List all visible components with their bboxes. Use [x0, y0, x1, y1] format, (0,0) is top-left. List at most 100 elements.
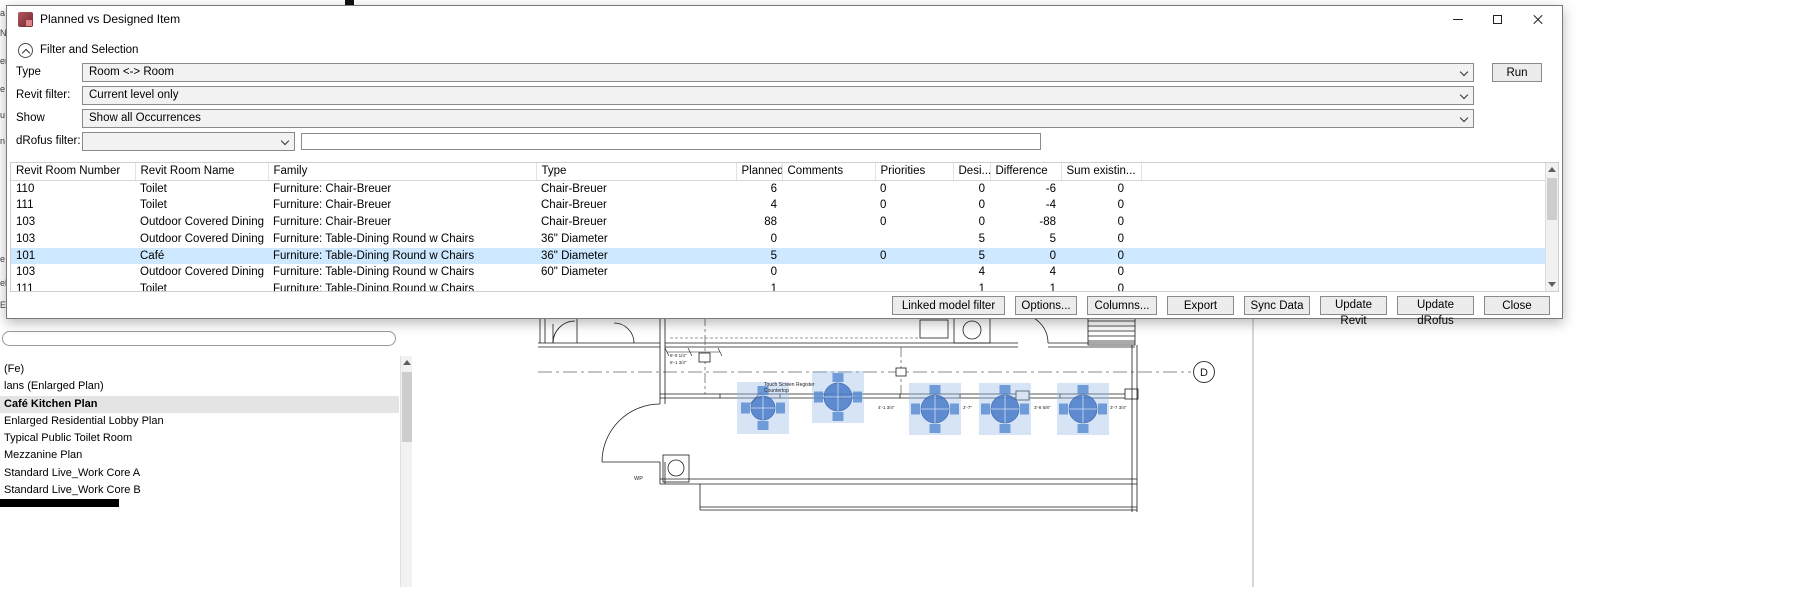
cell: 36" Diameter: [536, 231, 736, 248]
cell: -88: [990, 214, 1061, 231]
browser-item[interactable]: Standard Live_Work Core A: [0, 465, 399, 482]
cell: 0: [875, 197, 953, 214]
drofus-filter-text-input[interactable]: [301, 133, 1041, 150]
table-scrollbar[interactable]: [1545, 163, 1558, 291]
col-header[interactable]: Desi...: [953, 163, 990, 180]
cell: 4: [953, 264, 990, 281]
type-select[interactable]: Room <-> Room: [82, 63, 1474, 82]
scroll-up-icon[interactable]: [403, 360, 411, 365]
scroll-up-icon[interactable]: [1548, 167, 1556, 172]
round-table-4[interactable]: [979, 383, 1031, 435]
cell: [1141, 197, 1547, 214]
table-row[interactable]: 111 Toilet Furniture: Chair-Breuer Chair…: [11, 197, 1547, 214]
dialog-titlebar[interactable]: Planned vs Designed Item: [7, 6, 1562, 32]
chevron-down-icon: [281, 137, 289, 145]
cell: 111: [11, 197, 135, 214]
update-drofus-button[interactable]: Update dRofus: [1397, 296, 1474, 315]
cell: 4: [990, 264, 1061, 281]
scrollbar-thumb[interactable]: [402, 372, 412, 442]
drofus-filter-select[interactable]: [82, 132, 295, 151]
cell: [1141, 281, 1547, 292]
maximize-icon: [1493, 15, 1502, 24]
table-row[interactable]: 103 Outdoor Covered Dining Furniture: Ta…: [11, 231, 1547, 248]
table-row[interactable]: 103 Outdoor Covered Dining Furniture: Ta…: [11, 264, 1547, 281]
round-table-3[interactable]: [909, 383, 961, 435]
cell: 111: [11, 281, 135, 292]
show-label: Show: [16, 109, 82, 128]
browser-item[interactable]: Typical Public Toilet Room: [0, 430, 399, 447]
export-button[interactable]: Export: [1167, 296, 1234, 315]
collapse-section-icon[interactable]: [18, 43, 33, 58]
browser-scrollbar[interactable]: [400, 356, 412, 587]
revit-filter-select[interactable]: Current level only: [82, 86, 1474, 105]
cell: Toilet: [135, 180, 268, 197]
cell: 88: [736, 214, 782, 231]
browser-item[interactable]: Mezzanine Plan: [0, 447, 399, 464]
round-table-2[interactable]: [812, 371, 864, 423]
drawing-area[interactable]: D: [420, 316, 1265, 587]
cell: 0: [1061, 281, 1141, 292]
col-header[interactable]: Difference: [990, 163, 1061, 180]
close-dialog-button[interactable]: Close: [1484, 296, 1550, 315]
cell: [782, 197, 875, 214]
cell: 5: [990, 231, 1061, 248]
table-row[interactable]: 110 Toilet Furniture: Chair-Breuer Chair…: [11, 180, 1547, 197]
cell: 1: [953, 281, 990, 292]
cell: [1141, 231, 1547, 248]
update-revit-button[interactable]: Update Revit: [1320, 296, 1387, 315]
browser-item[interactable]: lans (Enlarged Plan): [0, 378, 399, 395]
cell: 0: [953, 197, 990, 214]
bottom-black-bar: [0, 499, 119, 507]
filter-section-header: Filter and Selection: [18, 42, 138, 58]
col-header[interactable]: Priorities: [875, 163, 953, 180]
cell: 0: [1061, 197, 1141, 214]
close-button[interactable]: [1518, 6, 1558, 32]
col-header[interactable]: Family: [268, 163, 536, 180]
cell: [1141, 214, 1547, 231]
col-header[interactable]: Comments: [782, 163, 875, 180]
browser-item[interactable]: Standard Live_Work Core B: [0, 482, 399, 499]
maximize-button[interactable]: [1478, 6, 1518, 32]
sync-data-button[interactable]: Sync Data: [1244, 296, 1310, 315]
cell: [536, 281, 736, 292]
options-button[interactable]: Options...: [1015, 296, 1077, 315]
cell: Outdoor Covered Dining: [135, 264, 268, 281]
screen: a N er e u n e el E: [0, 0, 1817, 587]
cell: 5: [736, 248, 782, 265]
cell: 0: [875, 248, 953, 265]
run-button[interactable]: Run: [1492, 63, 1542, 82]
table-row-selected[interactable]: 101 Café Furniture: Table-Dining Round w…: [11, 248, 1547, 265]
browser-search-input[interactable]: [2, 331, 396, 346]
scrollbar-thumb[interactable]: [1547, 178, 1557, 220]
columns-button[interactable]: Columns...: [1087, 296, 1157, 315]
cell: 110: [11, 180, 135, 197]
cell: Furniture: Table-Dining Round w Chairs: [268, 231, 536, 248]
col-header[interactable]: Revit Room Name: [135, 163, 268, 180]
show-select[interactable]: Show all Occurrences: [82, 109, 1474, 128]
cell: [782, 231, 875, 248]
annotation-text: Countertop: [764, 388, 789, 394]
table-row[interactable]: 103 Outdoor Covered Dining Furniture: Ch…: [11, 214, 1547, 231]
cell: 6: [736, 180, 782, 197]
col-header[interactable]: Planned: [736, 163, 782, 180]
revit-filter-value: Current level only: [89, 89, 178, 101]
cell: Furniture: Table-Dining Round w Chairs: [268, 248, 536, 265]
browser-item-cafe-kitchen-plan[interactable]: Café Kitchen Plan: [0, 396, 399, 413]
revit-filter-label: Revit filter:: [16, 86, 82, 105]
col-header[interactable]: Sum existin...: [1061, 163, 1141, 180]
minimize-button[interactable]: [1438, 6, 1478, 32]
cell: 5: [953, 231, 990, 248]
browser-item[interactable]: (Fe): [0, 361, 399, 378]
col-header[interactable]: Type: [536, 163, 736, 180]
col-header[interactable]: Revit Room Number: [11, 163, 135, 180]
cell: 0: [953, 214, 990, 231]
table-row-clipped[interactable]: 111 Toilet Furniture: Table-Dining Round…: [11, 281, 1547, 292]
selected-table-furniture[interactable]: [737, 371, 1109, 435]
scroll-down-icon[interactable]: [1548, 282, 1556, 287]
browser-item[interactable]: Enlarged Residential Lobby Plan: [0, 413, 399, 430]
cell: 103: [11, 264, 135, 281]
round-table-5[interactable]: [1057, 383, 1109, 435]
linked-model-filter-button[interactable]: Linked model filter: [892, 296, 1005, 315]
window-controls: [1438, 6, 1558, 32]
cell: [1141, 264, 1547, 281]
